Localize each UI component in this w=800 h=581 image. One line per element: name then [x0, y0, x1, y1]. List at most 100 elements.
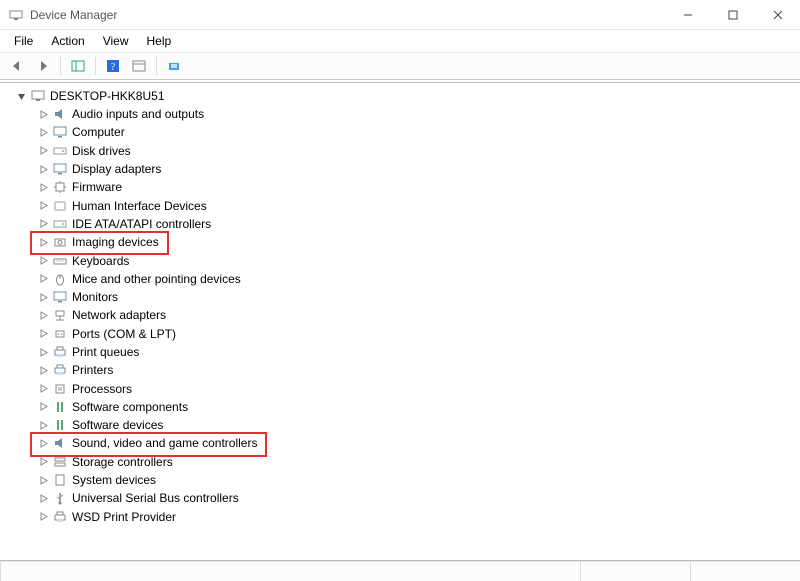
tree-item[interactable]: Software components [36, 398, 800, 416]
tree-item-label: Software devices [72, 418, 163, 432]
chevron-right-icon[interactable] [36, 199, 50, 213]
chevron-right-icon[interactable] [36, 382, 50, 396]
chevron-right-icon[interactable] [36, 125, 50, 139]
chevron-right-icon[interactable] [36, 107, 50, 121]
chevron-right-icon[interactable] [36, 491, 50, 505]
chevron-right-icon[interactable] [36, 473, 50, 487]
printer-icon [52, 344, 68, 360]
tree-item-label: Sound, video and game controllers [72, 436, 257, 450]
chevron-right-icon[interactable] [36, 272, 50, 286]
tree-item-label: Print queues [72, 345, 139, 359]
tree-item-label: IDE ATA/ATAPI controllers [72, 217, 211, 231]
usb-icon [52, 490, 68, 506]
tree-item[interactable]: Disk drives [36, 142, 800, 160]
menu-action[interactable]: Action [43, 32, 92, 50]
chevron-right-icon[interactable] [36, 254, 50, 268]
close-button[interactable] [755, 0, 800, 30]
mouse-icon [52, 271, 68, 287]
chevron-right-icon[interactable] [36, 235, 50, 249]
tree-item[interactable]: Network adapters [36, 306, 800, 324]
chevron-right-icon[interactable] [36, 327, 50, 341]
tree-item[interactable]: Universal Serial Bus controllers [36, 489, 800, 507]
system-icon [52, 472, 68, 488]
tree-item[interactable]: Computer [36, 123, 800, 141]
printer-icon [52, 362, 68, 378]
minimize-button[interactable] [665, 0, 710, 30]
chevron-right-icon[interactable] [36, 345, 50, 359]
tree-item-label: Universal Serial Bus controllers [72, 491, 239, 505]
properties-button[interactable] [128, 55, 150, 77]
tree-item-label: WSD Print Provider [72, 510, 176, 524]
tree-item[interactable]: Software devices [36, 416, 800, 434]
tree-item[interactable]: Mice and other pointing devices [36, 270, 800, 288]
toolbar-separator [95, 57, 96, 75]
chevron-right-icon[interactable] [36, 162, 50, 176]
menu-file[interactable]: File [6, 32, 41, 50]
tree-item-label: Human Interface Devices [72, 199, 207, 213]
chevron-right-icon[interactable] [36, 180, 50, 194]
tree-item[interactable]: Keyboards [36, 251, 800, 269]
chevron-right-icon[interactable] [36, 455, 50, 469]
menu-help[interactable]: Help [139, 32, 180, 50]
keyboard-icon [52, 253, 68, 269]
tree-item-label: Ports (COM & LPT) [72, 327, 176, 341]
chevron-right-icon[interactable] [36, 217, 50, 231]
monitor-icon [52, 124, 68, 140]
tree-item[interactable]: Processors [36, 379, 800, 397]
menu-view[interactable]: View [95, 32, 137, 50]
tree-item[interactable]: Imaging devices [36, 233, 800, 251]
chevron-right-icon[interactable] [36, 290, 50, 304]
tree-item[interactable]: Audio inputs and outputs [36, 105, 800, 123]
chip-icon [52, 179, 68, 195]
tree-item-label: Imaging devices [72, 235, 159, 249]
tree-item-label: Network adapters [72, 308, 166, 322]
menubar: File Action View Help [0, 30, 800, 52]
chevron-right-icon[interactable] [36, 363, 50, 377]
camera-icon [52, 234, 68, 250]
tree-item-label: Audio inputs and outputs [72, 107, 204, 121]
chevron-right-icon[interactable] [36, 510, 50, 524]
chevron-right-icon[interactable] [36, 308, 50, 322]
tree-item[interactable]: Ports (COM & LPT) [36, 325, 800, 343]
tree-item[interactable]: Printers [36, 361, 800, 379]
tree-root[interactable]: DESKTOP-HKK8U51 [0, 87, 800, 105]
tree-item-label: Firmware [72, 180, 122, 194]
cpu-icon [52, 381, 68, 397]
tree-item-label: Storage controllers [72, 455, 173, 469]
speaker-icon [52, 435, 68, 451]
tree-item-label: Computer [72, 125, 125, 139]
tree-item-label: Printers [72, 363, 113, 377]
tree-item-label: Monitors [72, 290, 118, 304]
tree-item[interactable]: Storage controllers [36, 453, 800, 471]
tree-item[interactable]: WSD Print Provider [36, 508, 800, 526]
tree-item[interactable]: Sound, video and game controllers [36, 434, 800, 452]
tree-item[interactable]: IDE ATA/ATAPI controllers [36, 215, 800, 233]
chevron-right-icon[interactable] [36, 418, 50, 432]
tree-item[interactable]: Monitors [36, 288, 800, 306]
tree-item[interactable]: System devices [36, 471, 800, 489]
chevron-right-icon[interactable] [36, 144, 50, 158]
maximize-button[interactable] [710, 0, 755, 30]
tree-item[interactable]: Display adapters [36, 160, 800, 178]
window-title: Device Manager [30, 8, 117, 22]
back-button[interactable] [6, 55, 28, 77]
toolbar-separator [156, 57, 157, 75]
tree-item-label: Display adapters [72, 162, 161, 176]
show-hide-tree-button[interactable] [67, 55, 89, 77]
forward-button[interactable] [32, 55, 54, 77]
device-manager-app-icon [8, 7, 24, 23]
monitor-icon [52, 161, 68, 177]
tree-item[interactable]: Human Interface Devices [36, 196, 800, 214]
tree-item-label: Keyboards [72, 254, 129, 268]
window-controls [665, 0, 800, 30]
tree-item[interactable]: Firmware [36, 178, 800, 196]
titlebar: Device Manager [0, 0, 800, 30]
help-button[interactable]: ? [102, 55, 124, 77]
tree-item[interactable]: Print queues [36, 343, 800, 361]
tree-item-label: Processors [72, 382, 132, 396]
chevron-right-icon[interactable] [36, 400, 50, 414]
device-tree[interactable]: DESKTOP-HKK8U51 Audio inputs and outputs… [0, 82, 800, 561]
scan-hardware-button[interactable] [163, 55, 185, 77]
chevron-right-icon[interactable] [36, 436, 50, 450]
chevron-down-icon[interactable] [14, 89, 28, 103]
